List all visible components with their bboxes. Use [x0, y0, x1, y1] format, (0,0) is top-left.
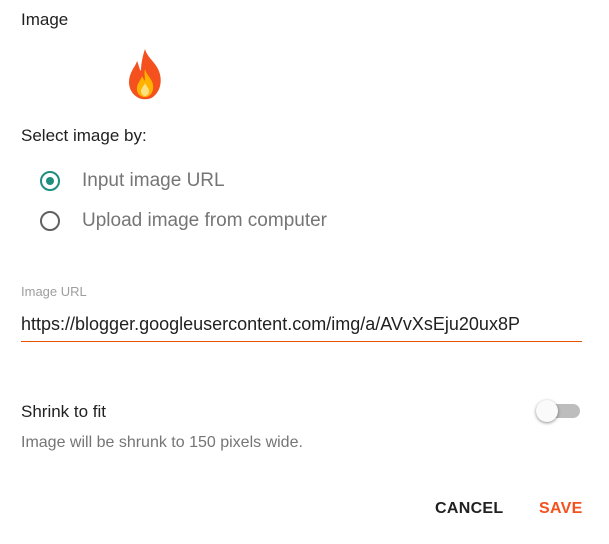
image-url-input[interactable]	[21, 308, 582, 342]
shrink-to-fit-toggle[interactable]	[536, 399, 582, 423]
shrink-to-fit-label: Shrink to fit	[21, 402, 107, 421]
toggle-thumb	[536, 400, 558, 422]
radio-upload-image[interactable]: Upload image from computer	[40, 210, 327, 232]
image-url-label: Image URL	[21, 284, 87, 299]
shrink-help-text: Image will be shrunk to 150 pixels wide.	[21, 434, 303, 451]
radio-input-image-url[interactable]: Input image URL	[40, 170, 225, 192]
radio-label-input-url: Input image URL	[82, 170, 225, 191]
radio-button-unchecked[interactable]	[40, 211, 60, 231]
fire-icon	[129, 49, 161, 100]
save-button[interactable]: SAVE	[539, 500, 583, 518]
select-image-by-label: Select image by:	[21, 126, 147, 145]
image-preview	[124, 47, 166, 101]
cancel-button[interactable]: CANCEL	[435, 500, 503, 518]
image-section-title: Image	[21, 10, 69, 29]
radio-label-upload: Upload image from computer	[82, 210, 327, 231]
radio-button-checked[interactable]	[40, 171, 60, 191]
